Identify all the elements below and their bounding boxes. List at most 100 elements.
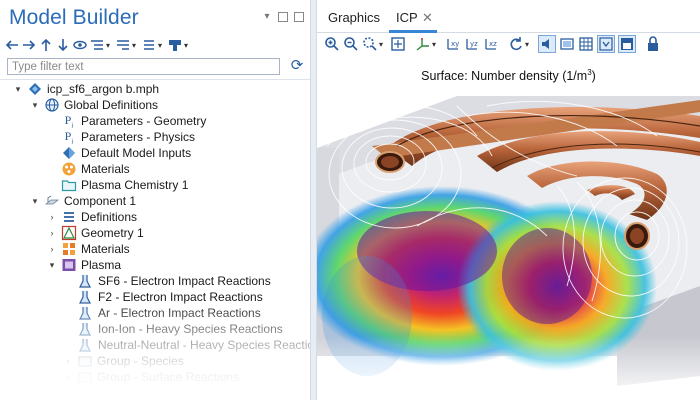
tree-item-geometry[interactable]: › Geometry 1	[46, 225, 144, 241]
tree-item-reaction-f2[interactable]: F2 - Electron Impact Reactions	[78, 289, 263, 305]
materials-icon	[61, 161, 77, 177]
reaction-icon	[78, 289, 94, 305]
tree-item-materials-global[interactable]: Materials	[61, 161, 130, 177]
tree-item-parameters-physics[interactable]: Pi Parameters - Physics	[61, 129, 195, 145]
tree-item-global-definitions[interactable]: ▾ Global Definitions	[29, 97, 158, 113]
tree-item-label: Default Model Inputs	[81, 146, 192, 160]
tree-item-label: F2 - Electron Impact Reactions	[98, 290, 263, 304]
folder-icon	[61, 177, 77, 193]
scene-light-icon[interactable]	[618, 35, 637, 53]
tree-item-reaction-ion-ion[interactable]: Ion-Ion - Heavy Species Reactions	[78, 321, 283, 337]
model-tree-columns-icon[interactable]	[141, 37, 162, 53]
chevron-right-icon[interactable]: ›	[46, 228, 58, 238]
model-builder-toolbar	[4, 36, 188, 54]
tree-item-root[interactable]: ▾ icp_sf6_argon b.mph	[12, 81, 159, 97]
expand-sections-icon[interactable]	[89, 37, 110, 53]
tree-item-label: Parameters - Physics	[81, 130, 196, 144]
view-xy-icon[interactable]: xy	[445, 35, 461, 53]
tree-item-label: Plasma	[81, 258, 122, 272]
chevron-right-icon[interactable]: ›	[46, 244, 58, 254]
zoom-extents-icon[interactable]	[390, 35, 406, 53]
panel-splitter[interactable]	[310, 0, 317, 400]
tree-item-default-model-inputs[interactable]: Default Model Inputs	[61, 145, 191, 161]
chevron-right-icon[interactable]: ›	[46, 212, 58, 222]
group-icon	[77, 369, 93, 385]
build-icon[interactable]	[167, 37, 188, 53]
tree-item-materials[interactable]: › Materials	[46, 241, 130, 257]
svg-text:xy: xy	[451, 40, 459, 48]
chevron-down-icon[interactable]: ▾	[12, 84, 24, 95]
lock-icon[interactable]	[645, 35, 661, 53]
tree-item-parameters-geometry[interactable]: Pi Parameters - Geometry	[61, 112, 207, 130]
show-icon[interactable]	[72, 37, 88, 53]
arrow-down-icon[interactable]	[55, 37, 71, 53]
reaction-icon	[78, 305, 94, 321]
tree-item-reaction-ar[interactable]: Ar - Electron Impact Reactions	[78, 305, 261, 321]
arrow-up-icon[interactable]	[38, 37, 54, 53]
zoom-in-icon[interactable]	[324, 35, 340, 53]
close-icon[interactable]: ✕	[422, 10, 433, 26]
window-controls: ▾	[262, 12, 304, 22]
group-icon	[77, 353, 93, 369]
mesh-icon[interactable]	[578, 35, 594, 53]
maximize-icon[interactable]	[294, 12, 304, 22]
panel-title: Model Builder	[9, 6, 139, 29]
chevron-right-icon[interactable]: ›	[62, 372, 74, 382]
tree-filter-input[interactable]	[7, 58, 280, 75]
wireframe-icon[interactable]	[597, 35, 616, 53]
arrow-right-icon[interactable]	[21, 37, 37, 53]
zoom-out-icon[interactable]	[343, 35, 359, 53]
graphics-panel: Graphics ICP ✕ xy yz xz Surface: Number …	[317, 0, 700, 400]
tab-icp[interactable]: ICP	[396, 10, 418, 25]
tree-item-label: Component 1	[64, 194, 137, 208]
tree-item-label: Global Definitions	[64, 98, 159, 112]
chevron-down-icon[interactable]: ▾	[262, 12, 272, 22]
tab-bar: Graphics ICP ✕	[317, 0, 700, 33]
geometry-icon	[61, 225, 77, 241]
chevron-right-icon[interactable]: ›	[62, 356, 74, 366]
rotate-icon[interactable]	[508, 35, 529, 53]
model-builder-header: Model Builder ▾	[0, 0, 310, 36]
tree-item-label: SF6 - Electron Impact Reactions	[98, 274, 271, 288]
tree-item-group-species[interactable]: › Group - Species	[62, 353, 184, 369]
model-inputs-icon	[61, 145, 77, 161]
parameters-icon: Pi	[64, 128, 74, 146]
divider	[0, 79, 310, 80]
zoom-box-icon[interactable]	[362, 35, 383, 53]
tree-item-reaction-sf6[interactable]: SF6 - Electron Impact Reactions	[78, 273, 271, 289]
chevron-down-icon[interactable]: ▾	[29, 196, 41, 207]
restore-icon[interactable]	[278, 12, 288, 22]
tree-item-reaction-neutral[interactable]: Neutral-Neutral - Heavy Species Reaction…	[78, 337, 310, 353]
tree-item-label: Ar - Electron Impact Reactions	[98, 306, 261, 320]
tree-item-label: Definitions	[81, 210, 138, 224]
light-icon[interactable]	[538, 35, 557, 53]
model-builder-panel: Model Builder ▾ ⟳ ▾ icp_sf6_argon b.mph …	[0, 0, 310, 400]
reaction-icon	[78, 321, 94, 337]
tree-item-plasma[interactable]: ▾ Plasma	[46, 257, 121, 273]
component-icon	[44, 193, 60, 209]
tree-item-label: Parameters - Geometry	[81, 114, 207, 128]
tree-item-group-surface[interactable]: › Group - Surface Reactions	[62, 369, 240, 385]
view-xz-icon[interactable]: xz	[483, 35, 499, 53]
tree-item-label: icp_sf6_argon b.mph	[47, 82, 160, 96]
graphics-toolbar: xy yz xz	[317, 33, 700, 55]
collapse-icon[interactable]	[115, 37, 136, 53]
tree-item-definitions[interactable]: › Definitions	[46, 209, 138, 225]
tab-graphics[interactable]: Graphics	[328, 10, 380, 25]
chevron-down-icon[interactable]: ▾	[29, 100, 41, 111]
bottom-fade	[317, 336, 700, 400]
tree-item-plasma-chemistry[interactable]: Plasma Chemistry 1	[61, 177, 188, 193]
parameters-icon: Pi	[64, 112, 74, 130]
transparency-icon[interactable]	[559, 35, 575, 53]
arrow-left-icon[interactable]	[4, 37, 20, 53]
axes-icon[interactable]	[415, 35, 436, 53]
view-yz-icon[interactable]: yz	[464, 35, 480, 53]
chevron-down-icon[interactable]: ▾	[46, 260, 58, 271]
tree-item-label: Materials	[81, 242, 130, 256]
refresh-icon[interactable]: ⟳	[289, 58, 305, 74]
plot-title-text: Surface: Number density (1/m	[421, 69, 588, 83]
tree-item-component[interactable]: ▾ Component 1	[29, 193, 136, 209]
plot-canvas[interactable]	[317, 86, 700, 400]
plasma-icon	[61, 257, 77, 273]
tree-item-label: Group - Species	[97, 354, 184, 368]
